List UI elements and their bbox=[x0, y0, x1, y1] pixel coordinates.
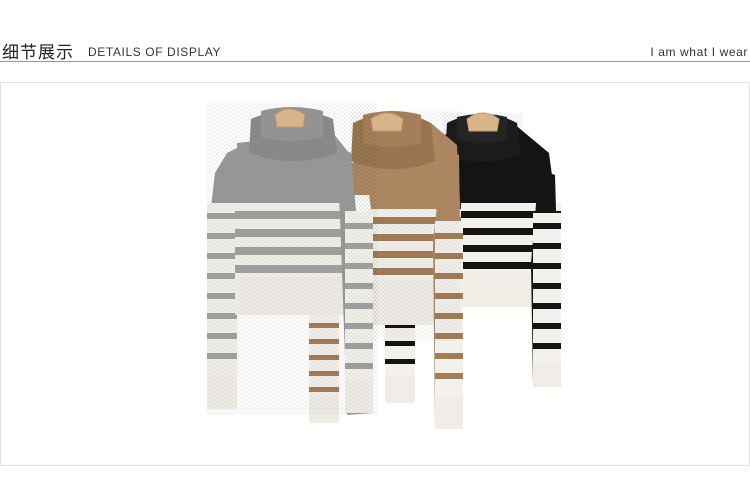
brand-tagline: I am what I wear bbox=[650, 45, 748, 59]
section-title-en: DETAILS OF DISPLAY bbox=[88, 45, 222, 59]
page-header: 细节展示 DETAILS OF DISPLAY I am what I wear bbox=[0, 0, 750, 63]
header-divider bbox=[0, 61, 750, 62]
product-photo bbox=[0, 82, 750, 466]
grey-sweater bbox=[207, 103, 377, 415]
section-title-cn: 细节展示 bbox=[2, 43, 74, 63]
